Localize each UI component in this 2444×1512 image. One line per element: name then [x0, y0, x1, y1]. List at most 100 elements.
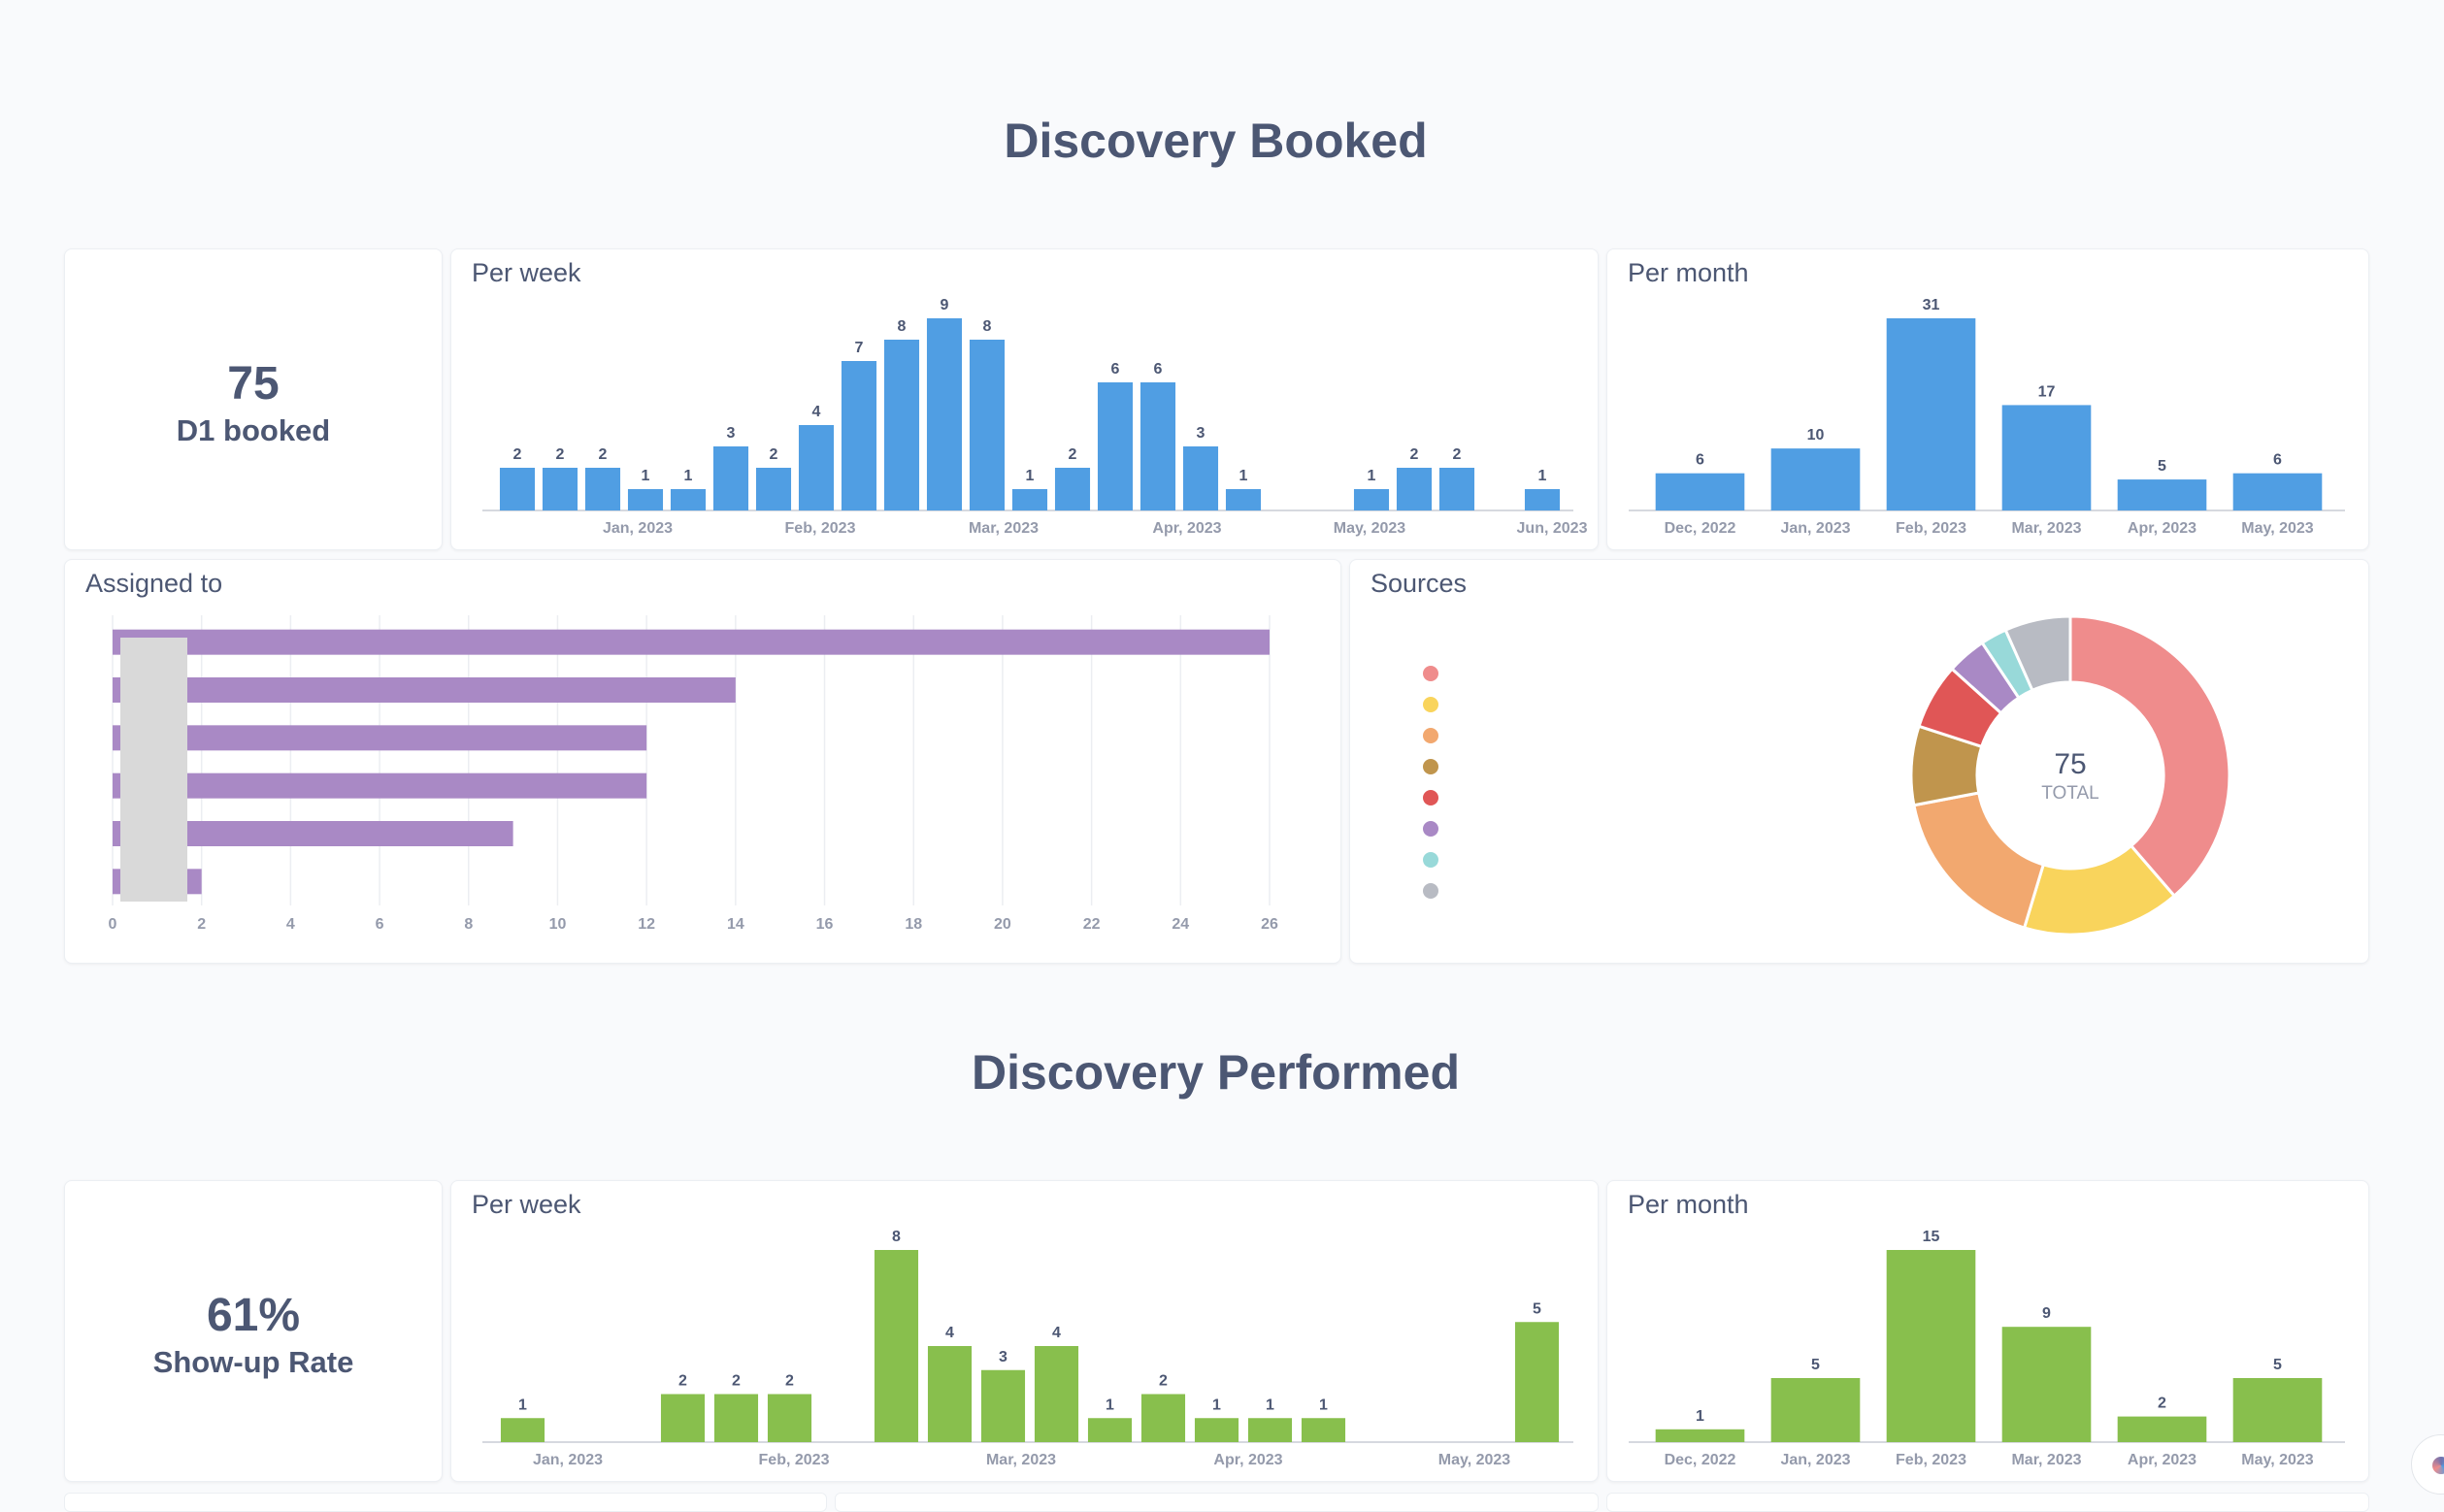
data-label: 1 — [642, 468, 650, 484]
data-label: 2 — [1159, 1373, 1168, 1390]
bar — [670, 489, 707, 510]
x-tick-label: 22 — [1083, 916, 1101, 933]
x-tick-label: Apr, 2023 — [1152, 520, 1221, 537]
x-tick-label: Mar, 2023 — [986, 1452, 1056, 1468]
bar — [927, 1346, 973, 1442]
x-tick-label: Jan, 2023 — [1780, 520, 1850, 537]
chart-card-performed-week[interactable]: Per week 1 2 2 2 8 4 3 4 1 2 1 1 1 5 Jan, 2023 Feb, 202… — [450, 1180, 1599, 1482]
bar — [2117, 1416, 2207, 1442]
scalar-value: 75 — [227, 358, 280, 410]
bar — [874, 1250, 919, 1442]
x-tick-label: Feb, 2023 — [785, 520, 856, 537]
bar — [1514, 1322, 1560, 1442]
bar — [1054, 468, 1091, 510]
bar — [627, 489, 664, 510]
x-tick-label: Jun, 2023 — [1517, 520, 1588, 537]
bar — [1301, 1418, 1346, 1442]
bar-chart-booked-week: 2 2 2 1 1 3 2 4 7 8 9 8 1 2 6 6 3 1 1 2 2 1 Jan, 2023 Feb, 2023… — [482, 297, 1588, 537]
data-label: 5 — [2273, 1357, 2282, 1373]
x-tick-label: 12 — [638, 916, 655, 933]
x-tick-label: 24 — [1172, 916, 1189, 933]
data-label: 2 — [770, 446, 778, 463]
bar — [1087, 1418, 1133, 1442]
bar — [2001, 1327, 2092, 1442]
data-label: 2 — [599, 446, 608, 463]
data-label: 1 — [1538, 468, 1547, 484]
x-tick-label: Apr, 2023 — [2128, 520, 2196, 537]
bar — [712, 446, 749, 510]
data-label: 2 — [2158, 1396, 2166, 1412]
data-label: 1 — [1026, 468, 1035, 484]
x-tick-label: Dec, 2022 — [1665, 520, 1736, 537]
scalar-card-booked[interactable]: 75 D1 booked — [64, 248, 443, 550]
donut-total-value: 75 — [2054, 748, 2086, 780]
chart-card-booked-month[interactable]: Per month 6 10 31 17 5 6 Dec, 2022 Jan, 2023 Feb… — [1606, 248, 2369, 550]
data-label: 1 — [518, 1397, 527, 1413]
assistant-button[interactable] — [2411, 1434, 2444, 1495]
donut-slice — [2068, 614, 2231, 899]
bar — [499, 468, 536, 510]
donut-slice — [1912, 791, 2046, 930]
data-label: 31 — [1923, 297, 1940, 313]
x-tick-label: Feb, 2023 — [1896, 520, 1966, 537]
data-label: 8 — [892, 1229, 901, 1245]
x-tick-label: 20 — [994, 916, 1011, 933]
scalar-card-performed[interactable]: 61% Show-up Rate — [64, 1180, 443, 1482]
bar — [798, 425, 835, 510]
bar — [980, 1369, 1026, 1442]
bar — [883, 340, 920, 510]
bar — [1396, 468, 1433, 510]
bar-chart-booked-month: 6 10 31 17 5 6 Dec, 2022 Jan, 2023 Feb, 2023 Mar,… — [1629, 297, 2345, 537]
bar — [1140, 1394, 1186, 1442]
donut-total-label: TOTAL — [2041, 783, 2098, 804]
bar — [1139, 382, 1176, 510]
next-row-card[interactable] — [835, 1493, 1599, 1512]
data-label: 8 — [983, 318, 992, 335]
data-label: 2 — [1410, 446, 1419, 463]
data-label: 3 — [1197, 425, 1205, 442]
data-label: 1 — [1696, 1408, 1704, 1425]
bar — [1194, 1418, 1239, 1442]
data-label: 2 — [732, 1373, 741, 1390]
bar — [660, 1394, 706, 1442]
x-tick-label: Apr, 2023 — [1213, 1452, 1282, 1468]
chart-card-performed-month[interactable]: Per month 1 5 15 9 2 5 Dec, 2022 Jan, 2023 Feb, … — [1606, 1180, 2369, 1482]
scalar-label: D1 booked — [176, 413, 331, 447]
row-chart-assigned-to: 0 2 4 6 8 10 12 14 16 18 20 22 24 26 — [109, 615, 1278, 933]
x-tick-label: Mar, 2023 — [969, 520, 1039, 537]
section-title-performed: Discovery Performed — [971, 1045, 1460, 1100]
data-label: 1 — [1368, 468, 1376, 484]
bar — [713, 1394, 759, 1442]
data-label: 2 — [556, 446, 565, 463]
data-label: 9 — [941, 297, 949, 313]
bar — [1770, 448, 1861, 510]
bar — [841, 361, 877, 510]
x-tick-label: May, 2023 — [2241, 520, 2314, 537]
bar — [1524, 489, 1561, 510]
data-label: 17 — [2038, 383, 2056, 400]
data-label: 7 — [855, 340, 864, 356]
chart-card-assigned-to[interactable]: Assigned to 0 2 4 6 8 10 12 14 16 18 20 22 24 26 — [64, 559, 1341, 964]
data-label: 6 — [1154, 361, 1163, 378]
data-label: 1 — [1266, 1397, 1274, 1413]
x-tick-label: Mar, 2023 — [2011, 1452, 2081, 1468]
chart-card-sources[interactable]: Sources 75 TOTAL — [1349, 559, 2369, 964]
next-row-card[interactable] — [1606, 1493, 2369, 1512]
data-label: 5 — [1533, 1300, 1541, 1317]
x-tick-label: May, 2023 — [1334, 520, 1406, 537]
next-row-card[interactable] — [64, 1493, 827, 1512]
x-tick-label: 26 — [1261, 916, 1278, 933]
bar — [1247, 1418, 1293, 1442]
x-tick-label: 8 — [464, 916, 473, 933]
bar — [542, 468, 578, 510]
bar — [113, 725, 647, 751]
x-tick-label: 18 — [905, 916, 922, 933]
data-label: 1 — [1319, 1397, 1328, 1413]
data-label: 10 — [1807, 427, 1825, 444]
data-label: 2 — [678, 1373, 687, 1390]
bar — [1097, 382, 1134, 510]
chart-card-booked-week[interactable]: Per week 2 2 2 1 1 3 2 4 7 8 9 8 1 2 6 6 3 1 1 2 2 1 Jan, 2023… — [450, 248, 1599, 550]
x-tick-label: 0 — [109, 916, 117, 933]
x-tick-label: Jan, 2023 — [1780, 1452, 1850, 1468]
data-label: 4 — [1052, 1325, 1061, 1341]
